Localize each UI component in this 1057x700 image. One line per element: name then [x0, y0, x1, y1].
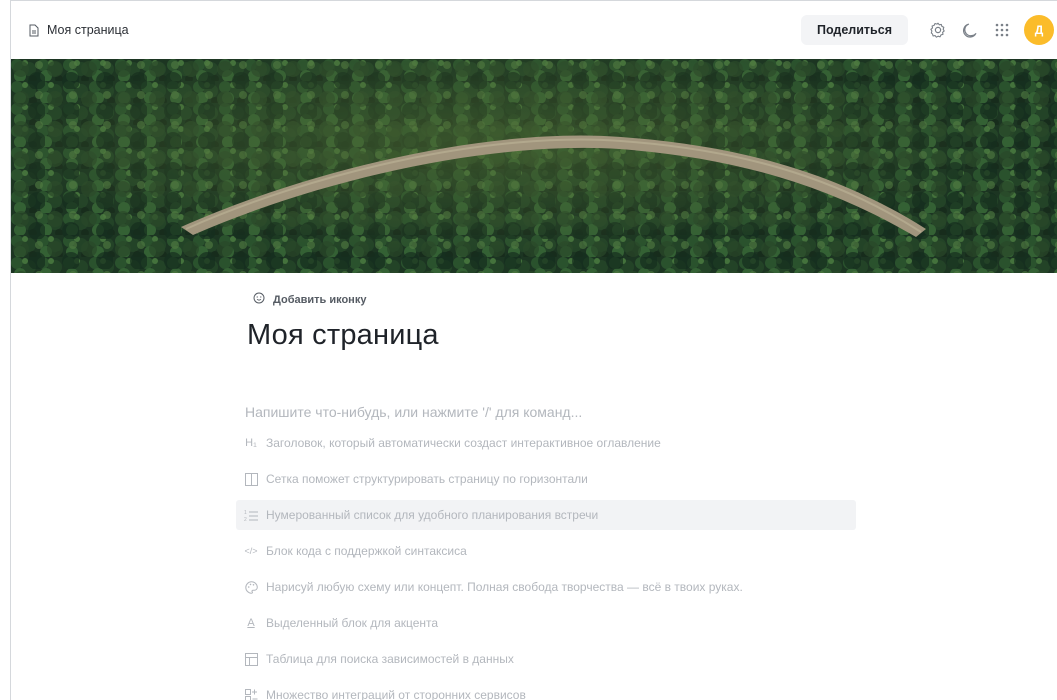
page-cover-image[interactable] — [11, 59, 1057, 273]
suggestion-grid[interactable]: Сетка поможет структурировать страницу п… — [236, 464, 856, 494]
suggestion-integrations[interactable]: Множество интеграций от сторонних сервис… — [236, 680, 856, 700]
page-content: Добавить иконку Моя страница Напишите чт… — [236, 273, 856, 700]
suggestion-drawing[interactable]: Нарисуй любую схему или концепт. Полная … — [236, 572, 856, 602]
breadcrumb-title: Моя страница — [47, 23, 129, 37]
app-frame: Моя страница Поделиться Д Добавить иконк… — [10, 0, 1057, 700]
suggestion-table[interactable]: Таблица для поиска зависимостей в данных — [236, 644, 856, 674]
block-suggestions: H₁ Заголовок, который автоматически созд… — [236, 428, 856, 700]
suggestion-label: Нумерованный список для удобного планиро… — [266, 508, 599, 522]
user-avatar[interactable]: Д — [1024, 15, 1054, 45]
suggestion-label: Нарисуй любую схему или концепт. Полная … — [266, 580, 743, 594]
top-bar: Моя страница Поделиться Д — [11, 1, 1057, 59]
page-doc-icon — [28, 24, 40, 37]
smile-icon — [253, 292, 265, 307]
svg-text:2: 2 — [244, 517, 247, 522]
top-bar-actions: Поделиться Д — [800, 1, 1057, 59]
suggestion-label: Выделенный блок для акцента — [266, 616, 439, 630]
suggestion-label: Заголовок, который автоматически создаст… — [266, 436, 661, 450]
suggestion-highlight[interactable]: A Выделенный блок для акцента — [236, 608, 856, 638]
suggestion-numbered-list[interactable]: 1 2 Нумерованный список для удобного пла… — [236, 500, 856, 530]
editor-placeholder[interactable]: Напишите что-нибудь, или нажмите '/' для… — [245, 404, 856, 420]
code-icon: </> — [244, 546, 258, 556]
numbered-list-icon: 1 2 — [244, 508, 258, 522]
svg-text:1: 1 — [244, 510, 247, 516]
heading-icon: H₁ — [245, 437, 257, 449]
suggestion-code[interactable]: </> Блок кода с поддержкой синтаксиса — [236, 536, 856, 566]
suggestion-label: Сетка поможет структурировать страницу п… — [266, 472, 588, 486]
add-icon-button[interactable]: Добавить иконку — [253, 292, 856, 307]
suggestion-heading[interactable]: H₁ Заголовок, который автоматически созд… — [236, 428, 856, 458]
page-title[interactable]: Моя страница — [247, 319, 856, 352]
highlight-icon: A — [247, 617, 255, 629]
grid-columns-icon — [244, 472, 258, 486]
table-icon — [244, 652, 258, 666]
suggestion-label: Таблица для поиска зависимостей в данных — [266, 652, 514, 666]
apps-grid-icon[interactable] — [988, 16, 1016, 44]
add-icon-label: Добавить иконку — [273, 293, 367, 306]
settings-gear-icon[interactable] — [924, 16, 952, 44]
suggestion-label: Блок кода с поддержкой синтаксиса — [266, 544, 467, 558]
integrations-icon — [244, 688, 258, 700]
breadcrumb[interactable]: Моя страница — [28, 23, 129, 37]
share-button[interactable]: Поделиться — [800, 15, 908, 45]
palette-icon — [244, 580, 258, 594]
suggestion-label: Множество интеграций от сторонних сервис… — [266, 688, 526, 700]
moon-theme-icon[interactable] — [956, 16, 984, 44]
